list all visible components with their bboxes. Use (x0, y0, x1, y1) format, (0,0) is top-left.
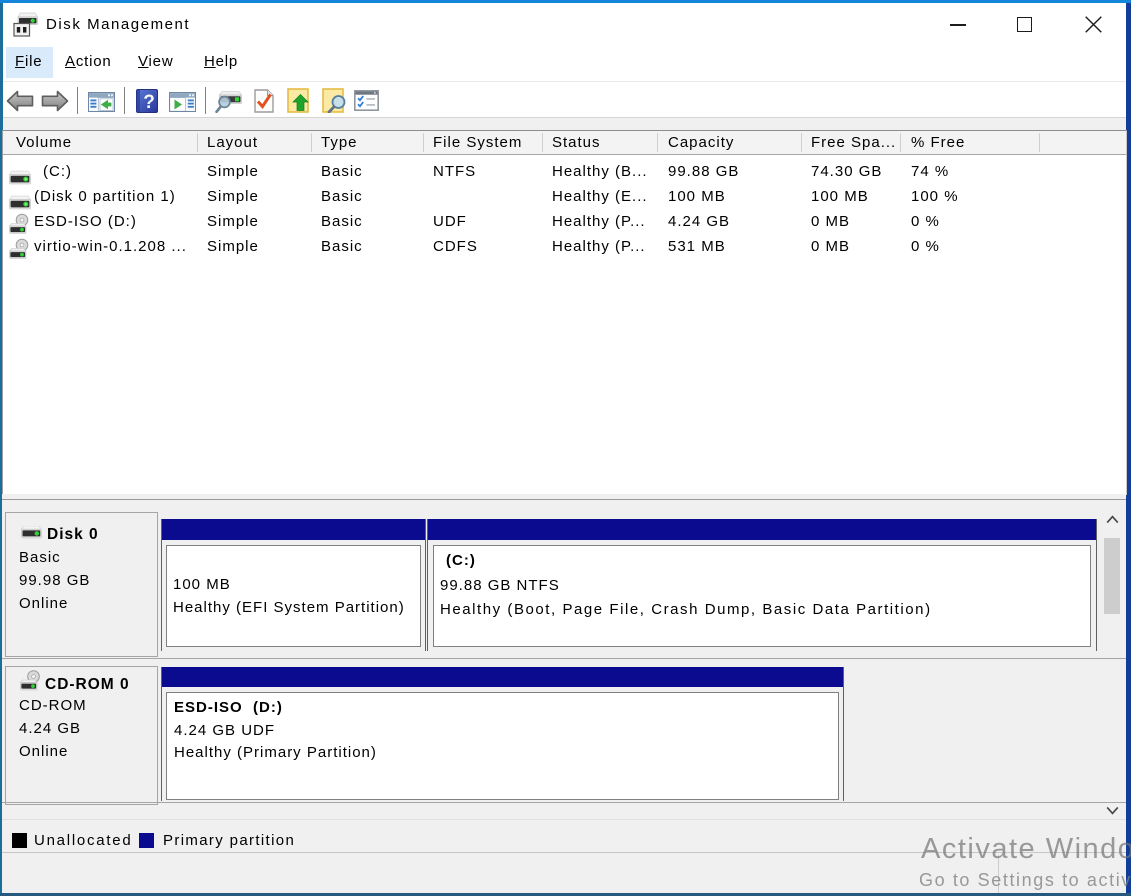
svg-text:?: ? (143, 92, 155, 113)
